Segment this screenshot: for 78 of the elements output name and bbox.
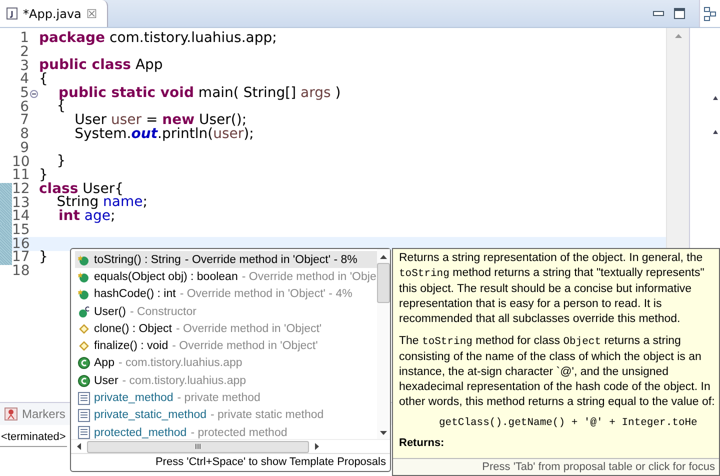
line-number: 17	[12, 251, 29, 264]
markers-icon	[4, 407, 18, 421]
template-icon	[78, 392, 90, 405]
class-icon	[78, 374, 90, 387]
proposal-item[interactable]: finalize() : void - Override method in 'Object'	[75, 337, 377, 355]
code-line: }	[39, 251, 48, 265]
proposal-item[interactable]: App - com.tistory.luahius.app	[75, 354, 377, 372]
code-line: int age;	[58, 210, 116, 224]
markers-tab[interactable]: Markers	[0, 407, 66, 421]
close-button[interactable]: ☒	[86, 6, 98, 20]
code-line: public class App	[39, 59, 163, 74]
collapse-icon[interactable]	[30, 90, 38, 98]
scroll-left-icon[interactable]	[77, 443, 81, 450]
code-line: class User{	[39, 182, 124, 196]
popup-status: Press 'Tab' from proposal table or click for focus	[393, 458, 719, 475]
line-number: 7	[19, 114, 29, 128]
line-number: 1	[19, 32, 29, 46]
scroll-down-icon[interactable]	[380, 431, 387, 435]
line-number: 11	[12, 169, 29, 182]
constructor-icon	[78, 306, 90, 318]
proposal-item[interactable]: private_static_method - private static method	[75, 406, 377, 424]
java-file-icon	[6, 7, 18, 20]
scroll-right-icon[interactable]	[315, 443, 319, 450]
line-number: 12	[12, 182, 29, 196]
code-sample: getClass().getName() + '@' + Integer.toHe	[438, 417, 698, 429]
popup-status: Press 'Ctrl+Space' to show Template Proposals	[71, 453, 390, 471]
diamond-icon	[78, 340, 90, 352]
proposal-item[interactable]: private_method - private method	[75, 389, 377, 407]
line-number: 3	[19, 60, 29, 73]
tab-title: *App.java	[23, 6, 82, 20]
proposal-item[interactable]: clone() : Object - Override method in 'Object'	[75, 320, 377, 338]
line-number: 16	[12, 238, 29, 251]
line-number: 2	[19, 46, 29, 60]
proposal-item[interactable]: hashCode() : int - Override method in 'Object' - 4%	[75, 286, 377, 303]
line-number: 9	[20, 142, 29, 155]
line-number: 15	[12, 224, 29, 237]
line-number: 14	[12, 210, 29, 224]
code-line: System.out.println(user);	[74, 128, 254, 142]
proposal-item[interactable]: toString() : String - Override method in 'Object' - 8%	[75, 251, 377, 268]
minimize-icon[interactable]	[653, 10, 664, 16]
line-number: 8	[19, 128, 29, 142]
triangle-icon	[713, 96, 718, 100]
code-line: User user = new User();	[74, 114, 247, 128]
code-line: }	[56, 155, 66, 169]
doc-paragraph: The toString method for class Object returns a string consisting of the name of the class of which the object is an instance, the at-sign character `@', and the unsigned hexadecimal representation of the hash code of the object. In other words, this method returns a string equal to the value of:	[399, 334, 715, 410]
line-number: 13	[12, 196, 29, 210]
code-line: String name;	[56, 196, 148, 210]
code-line: public static void main( String[] args )	[57, 86, 341, 100]
proposal-item[interactable]: protected_method - protected method	[75, 424, 377, 439]
code-line: package com.tistory.luahius.app;	[39, 32, 277, 46]
code-line: {	[39, 73, 48, 87]
line-number: 5	[19, 87, 29, 100]
doc-paragraph: Returns a string representation of the object. In general, the toString method returns a string that "textually represents" this object. The result should be a concise but informative representation that is easy for a person to read. It is recommended that all subclasses override this method.	[399, 251, 706, 327]
scrollbar-thumb[interactable]	[377, 263, 390, 303]
outline-icon[interactable]	[704, 6, 716, 20]
proposal-item[interactable]: User() - Constructor	[75, 302, 377, 320]
code-line: {	[56, 100, 66, 114]
maximize-icon[interactable]	[674, 8, 685, 19]
line-number: 10	[12, 156, 29, 169]
class-icon	[78, 357, 90, 370]
diamond-icon	[78, 322, 90, 335]
proposal-item[interactable]: equals(Object obj) : boolean - Override method in 'Obje	[75, 268, 377, 286]
line-number: 4	[19, 73, 29, 86]
editor-tab[interactable]: *App.java ☒	[0, 0, 108, 27]
method-icon	[78, 254, 90, 266]
method-icon	[78, 270, 90, 283]
template-icon	[78, 426, 90, 439]
line-number: 6	[19, 100, 29, 114]
template-icon	[78, 408, 90, 422]
scrollbar[interactable]	[377, 249, 390, 439]
proposal-item[interactable]: User - com.tistory.luahius.app	[75, 372, 377, 390]
console-status: <terminated>	[0, 428, 67, 447]
line-number: 18	[12, 265, 29, 278]
code-line: }	[39, 168, 48, 183]
doc-heading: Returns:	[399, 437, 446, 449]
scroll-up-icon[interactable]	[380, 255, 387, 259]
triangle-icon	[713, 130, 718, 134]
method-icon	[78, 288, 90, 300]
